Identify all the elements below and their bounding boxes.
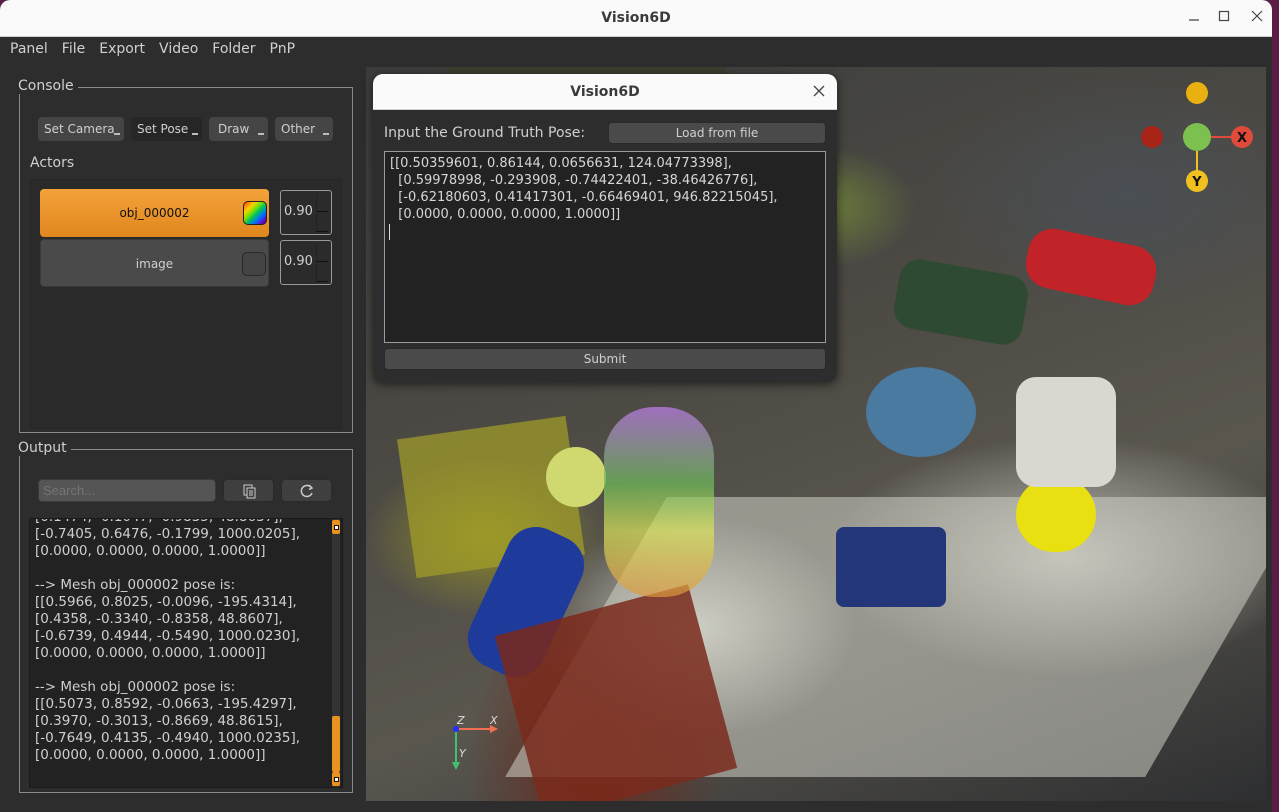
output-log-text: [0.1474, -0.1047, -0.9835, 48.8637], [-0… [35,519,301,763]
menu-bar: Panel File Export Video Folder PnP [0,37,1272,61]
window-title: Vision6D [601,10,671,26]
output-log[interactable]: [0.1474, -0.1047, -0.9835, 48.8637], [-0… [29,518,343,788]
close-button[interactable] [1248,9,1266,27]
scene-vise [866,367,976,457]
text-caret [389,224,390,240]
load-from-file-button[interactable]: Load from file [608,122,826,144]
axis-z-label: Z [457,714,465,727]
actor-obj-button[interactable]: obj_000002 [40,189,269,237]
output-scrollbar[interactable] [332,519,340,787]
ground-truth-label: Input the Ground Truth Pose: [384,125,586,141]
axis-y-label: Y [459,747,466,760]
orientation-gizmo[interactable]: X Y [1136,79,1256,199]
gizmo-x-label: X [1237,131,1247,146]
actor-image-button[interactable]: image [40,239,269,287]
search-input[interactable] [38,479,216,502]
other-label: Other [281,122,316,136]
spin-up-button[interactable] [316,193,328,212]
dropdown-arrow-icon [258,133,264,135]
minimize-button[interactable] [1185,9,1203,27]
gizmo-neg-x-handle[interactable] [1141,126,1163,148]
actor-image-opacity-spinbox[interactable]: 0.90 [280,240,332,285]
copy-button[interactable] [223,479,274,502]
menu-panel[interactable]: Panel [10,37,48,61]
pose-textarea[interactable]: [[0.50359601, 0.86144, 0.0656631, 124.04… [384,151,826,343]
spin-up-button[interactable] [316,243,328,262]
dropdown-arrow-icon [323,133,329,135]
actor-color-swatch[interactable] [243,201,267,225]
console-title: Console [18,78,78,94]
gizmo-neg-y-handle[interactable] [1186,82,1208,104]
scroll-down-arrow[interactable] [332,772,340,786]
scroll-thumb[interactable] [332,716,340,772]
app-window: Vision6D Panel File Export Video Folder … [0,0,1272,812]
scene-watering-can [1016,377,1116,487]
dropdown-arrow-icon [114,133,120,135]
opacity-value: 0.90 [284,204,313,219]
set-camera-label: Set Camera [44,122,115,136]
refresh-icon [300,483,313,497]
scene-punch [836,527,946,607]
spin-down-button[interactable] [316,213,328,232]
submit-button[interactable]: Submit [384,348,826,370]
actor-obj-opacity-spinbox[interactable]: 0.90 [280,190,332,235]
set-pose-button[interactable]: Set Pose [131,117,202,141]
dropdown-arrow-icon [192,133,198,135]
mesh-obj-overlay[interactable] [604,407,714,597]
refresh-button[interactable] [281,479,332,502]
set-camera-button[interactable]: Set Camera [38,117,124,141]
maximize-button[interactable] [1215,9,1233,27]
gizmo-center-handle[interactable] [1183,123,1211,151]
actor-obj-label: obj_000002 [119,206,190,220]
menu-pnp[interactable]: PnP [270,37,296,61]
dialog-close-button[interactable] [813,82,825,101]
minimize-icon [1189,19,1199,21]
scene-red-car [1021,224,1161,310]
menu-folder[interactable]: Folder [212,37,255,61]
opacity-value: 0.90 [284,254,313,269]
maximize-icon [1218,10,1230,22]
actor-image-label: image [135,257,174,271]
title-bar: Vision6D [0,0,1272,37]
axis-y-arrow [452,762,460,770]
clipboard-copy-icon [243,484,255,498]
output-title: Output [18,440,71,456]
other-button[interactable]: Other [275,117,333,141]
axis-x-label: X [490,714,498,727]
gizmo-y-label: Y [1191,175,1202,190]
menu-file[interactable]: File [62,37,85,61]
actors-label: Actors [30,155,75,171]
set-pose-label: Set Pose [137,122,189,136]
menu-export[interactable]: Export [99,37,145,61]
spin-down-button[interactable] [316,263,328,282]
scene-duck [1016,477,1096,552]
close-icon [1251,10,1263,22]
dialog-title-bar: Vision6D [373,74,837,110]
draw-label: Draw [218,122,250,136]
scene-drill [890,256,1032,348]
actor-color-swatch[interactable] [242,252,266,276]
scene-ball [546,447,606,507]
dialog-title: Vision6D [570,84,640,100]
scroll-up-arrow[interactable] [332,520,340,534]
ground-truth-pose-dialog: Vision6D Input the Ground Truth Pose: Lo… [373,74,837,382]
close-icon [813,85,825,97]
menu-video[interactable]: Video [159,37,198,61]
draw-button[interactable]: Draw [209,117,268,141]
